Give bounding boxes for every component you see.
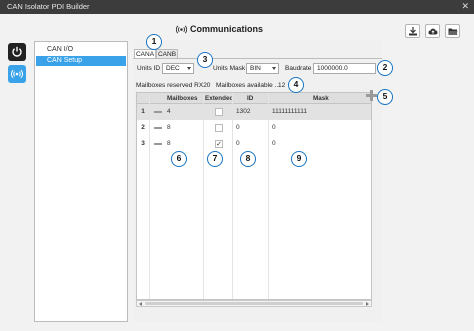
extended-checkbox[interactable]: ✓ [215,140,223,148]
units-id-select[interactable]: DEC [162,63,194,74]
mailboxes-available-value: 12 [278,82,286,89]
callout-badge: 1 [146,34,162,50]
baudrate-value: 1000000.0 [317,65,348,72]
mailboxes-reserved-text: Mailboxes reserved RX20 [136,82,211,89]
window-title: CAN Isolator PDI Builder [7,2,90,11]
row-number: 1 [141,108,145,115]
column-header-id: ID [247,95,254,102]
table-row[interactable]: 3 8 ✓ 0 0 [137,136,371,152]
table-header: Mailboxes Extended ID Mask [137,93,371,104]
broadcast-icon [11,69,23,79]
mask-cell[interactable]: 0 [272,120,276,136]
close-icon[interactable]: ✕ [461,1,469,12]
horizontal-scrollbar[interactable] [136,300,372,307]
mailboxes-cell[interactable]: 8 [167,136,171,152]
row-number: 3 [141,140,145,147]
mailboxes-cell[interactable]: 8 [167,120,171,136]
mailbox-table: Mailboxes Extended ID Mask 1 4 1302 1111… [136,92,372,300]
id-cell[interactable]: 1302 [236,104,250,120]
callout-badge: 7 [207,151,223,167]
callout-badge: 4 [288,77,304,93]
chevron-down-icon [187,67,191,70]
folder-open-icon [448,28,458,35]
download-button[interactable] [405,24,420,38]
open-folder-button[interactable] [445,24,460,38]
tab-divider [133,58,382,59]
drag-handle-icon[interactable] [154,127,162,129]
scroll-right-icon[interactable] [366,302,369,306]
callout-badge: 5 [377,89,393,105]
baudrate-label: Baudrate [285,65,312,72]
mailboxes-cell[interactable]: 4 [167,104,171,120]
scrollbar-thumb[interactable] [145,302,363,305]
column-header-mailboxes: Mailboxes [167,95,198,102]
sidebar-nav: CAN I/O CAN Setup [34,41,128,322]
callout-badge: 3 [197,52,213,68]
callout-badge: 6 [171,151,187,167]
callout-badge: 9 [291,151,307,167]
units-mask-label: Units Mask [213,65,246,72]
mask-cell[interactable]: 0 [272,136,276,152]
page-title: Communications [190,24,264,34]
download-icon [409,27,417,36]
scroll-left-icon[interactable] [139,302,142,306]
column-header-mask: Mask [313,95,329,102]
units-mask-value: BIN [250,65,261,72]
table-row[interactable]: 1 4 1302 11111111111 [137,104,371,120]
units-mask-select[interactable]: BIN [246,63,279,74]
units-id-label: Units ID [137,65,161,72]
drag-handle-icon[interactable] [154,143,162,145]
mailboxes-available-label: Mailboxes available ... [216,82,280,89]
left-icon-bar [8,40,28,322]
callout-badge: 8 [240,151,256,167]
units-id-value: DEC [166,65,180,72]
chevron-down-icon [272,67,276,70]
add-row-icon[interactable] [366,90,377,101]
baudrate-input[interactable]: 1000000.0 [313,63,376,74]
broadcast-icon [176,25,187,34]
drag-handle-icon[interactable] [154,111,162,113]
mask-cell[interactable]: 11111111111 [272,104,307,120]
table-row[interactable]: 2 8 0 0 [137,120,371,136]
extended-checkbox[interactable] [215,108,223,116]
extended-checkbox[interactable] [215,124,223,132]
callout-badge: 2 [377,60,393,76]
id-cell[interactable]: 0 [236,136,240,152]
communications-button[interactable] [8,65,26,83]
window-titlebar: CAN Isolator PDI Builder ✕ [0,0,474,14]
sidebar-item-can-io[interactable]: CAN I/O [36,45,126,55]
power-icon [12,46,22,57]
cloud-upload-button[interactable] [425,24,440,38]
column-header-extended: Extended [205,95,234,102]
id-cell[interactable]: 0 [236,120,240,136]
power-button[interactable] [8,43,26,61]
cloud-upload-icon [428,28,438,35]
sidebar-item-can-setup[interactable]: CAN Setup [36,56,126,66]
row-number: 2 [141,124,145,131]
